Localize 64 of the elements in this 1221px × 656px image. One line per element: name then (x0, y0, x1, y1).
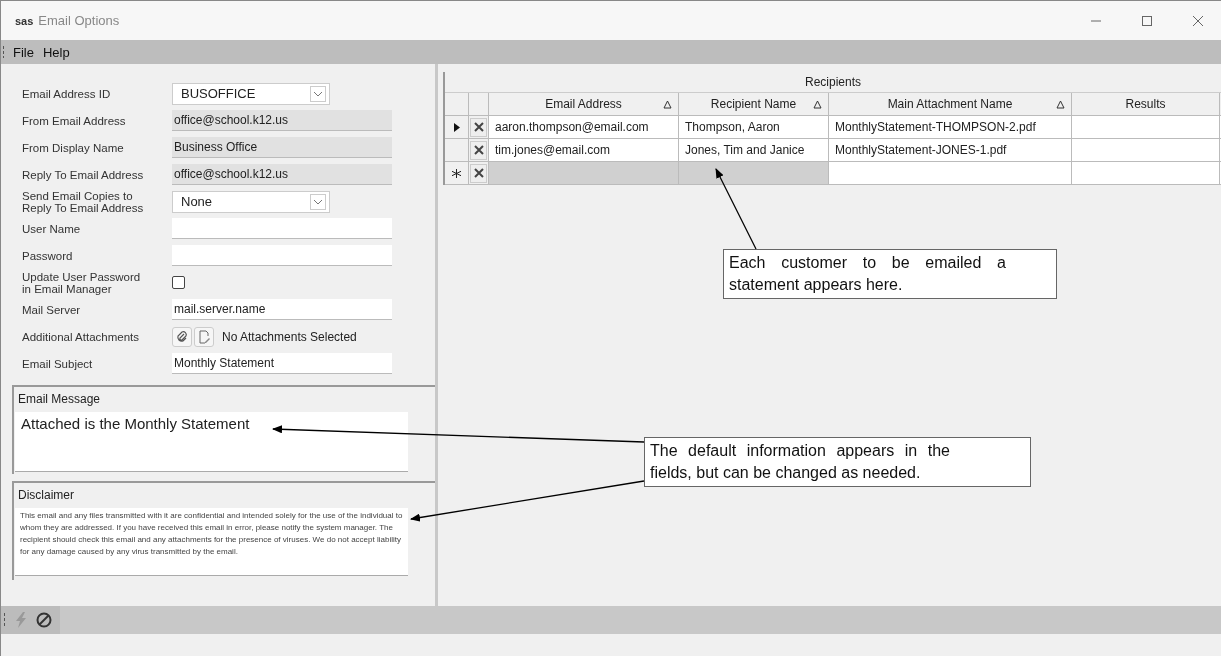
text-field[interactable] (172, 245, 392, 266)
new-row-icon (452, 168, 461, 178)
table-cell: Jones, Tim and Janice (679, 139, 829, 161)
text-field[interactable]: mail.server.name (172, 299, 392, 320)
delete-button[interactable] (470, 117, 487, 137)
field-label: User Name (22, 222, 82, 235)
field-label: Email Address ID (22, 87, 112, 100)
field-label: Reply To Email Address (22, 168, 145, 181)
cancel-icon[interactable] (36, 612, 52, 628)
table-cell: aaron.thompson@email.com (489, 116, 679, 138)
disclaimer-field[interactable]: This email and any files transmitted with it are confidential and intended solely for the use of the individual to whom they are addressed. If you have received this email in error, please notify the system manager. The recipient should check this email and any attachments for the presence of viruses. We do not accept liability for any damage caused by any virus transmitted by the email. (15, 508, 408, 576)
row-header[interactable] (445, 162, 469, 184)
sort-icon (663, 100, 672, 109)
field-label: Update User Password in Email Manager (22, 270, 142, 295)
column-header[interactable]: Main Attachment Name (829, 93, 1072, 115)
close-icon (473, 145, 484, 155)
message-field[interactable]: Attached is the Monthly Statement (15, 412, 408, 472)
group-title: Email Message (18, 392, 102, 406)
grip-icon (2, 46, 5, 58)
attachments-status: No Attachments Selected (222, 329, 357, 344)
text-field[interactable]: Business Office (172, 137, 392, 158)
current-row-icon (453, 122, 460, 132)
callout-box: Each customer to be emailed a statement appears here. (723, 249, 1057, 299)
delete-button[interactable] (470, 163, 487, 183)
row-header[interactable] (445, 116, 469, 138)
chevron-icon (310, 85, 326, 102)
column-header[interactable]: Recipient Name (679, 93, 829, 115)
text-field[interactable]: office@school.k12.us (172, 110, 392, 131)
text-field[interactable]: Monthly Statement (172, 353, 392, 374)
delete-button[interactable] (470, 140, 487, 160)
table-cell: Thompson, Aaron (679, 116, 829, 138)
maximize-icon[interactable] (1141, 14, 1153, 27)
group-title: Disclaimer (18, 488, 75, 502)
field-label: Password (22, 249, 74, 262)
sort-icon (813, 100, 822, 109)
table-cell: MonthlyStatement-JONES-1.pdf (829, 139, 1072, 161)
app-logo: sas (15, 14, 34, 27)
field-label: Additional Attachments (22, 330, 140, 343)
close-icon[interactable] (1192, 14, 1204, 27)
field-label: From Email Address (22, 114, 127, 127)
table-cell: tim.jones@email.com (489, 139, 679, 161)
grip-icon (3, 613, 6, 627)
field-label: Mail Server (22, 303, 82, 316)
paperclip-icon (175, 329, 189, 344)
field-label: Email Subject (22, 357, 94, 370)
callout-box: The default information appears in the fields, but can be changed as needed. (644, 437, 1031, 487)
close-icon (473, 122, 484, 132)
table-cell: MonthlyStatement-THOMPSON-2.pdf (829, 116, 1072, 138)
close-icon (473, 168, 484, 178)
column-header[interactable]: Results (1072, 93, 1220, 115)
dropdown[interactable]: None (172, 190, 330, 213)
column-header[interactable]: Email Address (489, 93, 679, 115)
text-field[interactable]: office@school.k12.us (172, 164, 392, 185)
window-title: Email Options (38, 13, 120, 28)
text-field[interactable] (172, 218, 392, 239)
menu-item[interactable]: Help (41, 44, 71, 60)
dropdown[interactable]: BUSOFFICE (172, 82, 330, 105)
checkbox[interactable] (172, 276, 185, 289)
attach-button[interactable] (172, 326, 192, 347)
menu-item[interactable]: File (12, 44, 35, 60)
field-label: From Display Name (22, 141, 125, 154)
chevron-icon (310, 193, 326, 210)
sort-icon (1056, 100, 1065, 109)
field-label: Send Email Copies to Reply To Email Address (22, 189, 145, 214)
